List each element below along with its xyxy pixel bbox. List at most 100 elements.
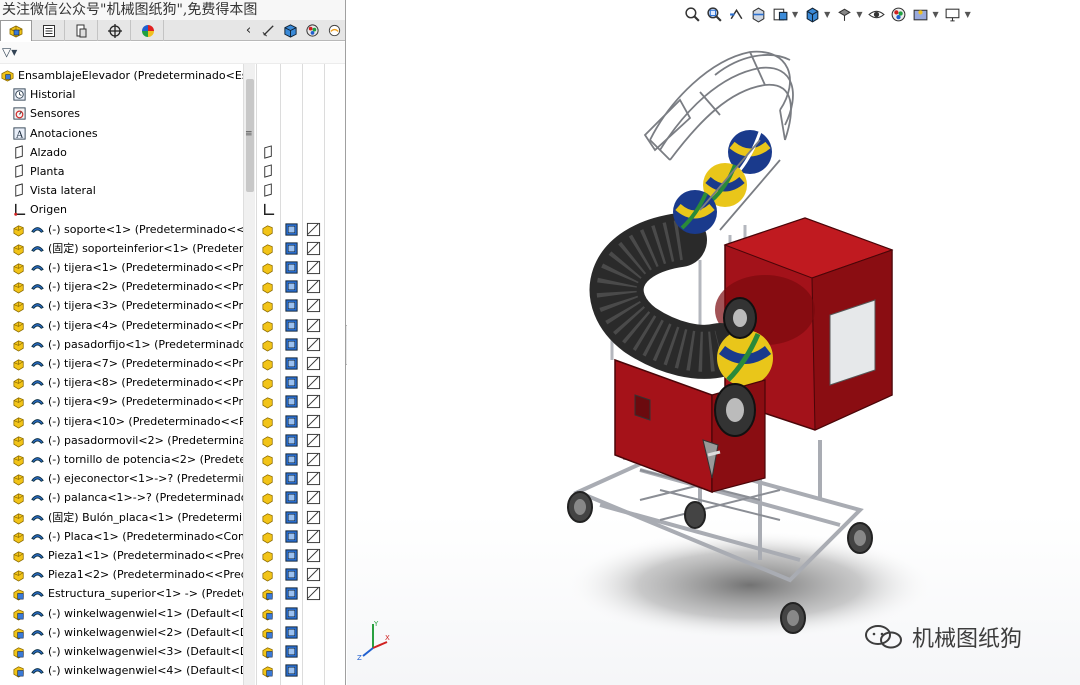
tree-item[interactable]: (-) tijera<1> (Predeterminado<<Pred [0,258,243,277]
appearance-status-icon[interactable] [306,567,321,582]
display-state-icon[interactable] [284,279,299,294]
tree-item[interactable]: Origen [0,200,243,219]
part-status-icon[interactable] [261,394,276,409]
tree-item[interactable]: (固定) Bulón_placa<1> (Predeterminado< [0,508,243,527]
section-view-icon[interactable] [748,4,768,24]
display-state-icon[interactable] [284,471,299,486]
part-status-icon[interactable] [261,471,276,486]
dropdown-arrow-icon[interactable]: ▼ [965,10,971,19]
tab-feature-manager[interactable] [0,20,32,41]
tree-item[interactable]: (-) ejeconector<1>->? (Predetermina [0,469,243,488]
dropdown-arrow-icon[interactable]: ▼ [792,10,798,19]
appearance-status-icon[interactable] [306,279,321,294]
apply-scene-icon[interactable] [910,4,930,24]
display-state-icon[interactable] [284,567,299,582]
display-state-icon[interactable] [284,337,299,352]
tree-item[interactable]: (-) tijera<10> (Predeterminado<<Pre [0,412,243,431]
part-status-icon[interactable] [261,241,276,256]
tree-item[interactable]: (-) tijera<8> (Predeterminado<<Pred [0,373,243,392]
appearance-status-icon[interactable] [306,548,321,563]
appearance-status-icon[interactable] [306,414,321,429]
tree-item[interactable]: Pieza1<2> (Predeterminado<<Predeterm [0,565,243,584]
tree-item[interactable]: Pieza1<1> (Predeterminado<<Predeterm [0,546,243,565]
display-state-icon[interactable] [284,318,299,333]
tree-item[interactable]: A Anotaciones [0,124,243,143]
subassembly-status-icon[interactable] [261,606,276,621]
display-state-icon[interactable] [284,606,299,621]
view-settings-icon[interactable] [943,4,963,24]
zoom-area-icon[interactable] [704,4,724,24]
tree-item[interactable]: (-) winkelwagenwiel<2> (Default<Disp [0,623,243,642]
display-state-icon[interactable] [284,375,299,390]
appearance-status-icon[interactable] [306,356,321,371]
display-state-icon[interactable] [284,644,299,659]
dropdown-arrow-icon[interactable]: ▼ [824,10,830,19]
plane-status-icon[interactable] [261,183,276,198]
appearance-status-icon[interactable] [306,490,321,505]
part-status-icon[interactable] [261,375,276,390]
tree-item[interactable]: (-) tijera<4> (Predeterminado<<Pred [0,316,243,335]
tree-item[interactable]: (-) tijera<7> (Predeterminado<<Pred [0,354,243,373]
appearance-status-icon[interactable] [306,298,321,313]
part-status-icon[interactable] [261,529,276,544]
display-state-icon[interactable] [284,394,299,409]
part-status-icon[interactable] [261,356,276,371]
display-state-icon[interactable] [284,356,299,371]
tree-item[interactable]: (-) pasadormovil<2> (Predeterminad [0,431,243,450]
appearance-status-icon[interactable] [306,318,321,333]
tree-item[interactable]: Planta [0,162,243,181]
tree-item[interactable]: Historial [0,85,243,104]
display-style-icon[interactable] [834,4,854,24]
part-status-icon[interactable] [261,490,276,505]
tree-item[interactable]: (-) pasadorfijo<1> (Predeterminado< [0,335,243,354]
display-state-icon[interactable] [284,510,299,525]
part-status-icon[interactable] [261,433,276,448]
display-state-icon[interactable] [284,529,299,544]
appearance-status-icon[interactable] [306,433,321,448]
tree-item[interactable]: Sensores [0,104,243,123]
view-orientation-icon[interactable] [802,4,822,24]
appearance-status-icon[interactable] [306,260,321,275]
tab-display-manager[interactable] [132,20,164,41]
tree-item[interactable]: (-) palanca<1>->? (Predeterminado< [0,488,243,507]
appearance-status-icon[interactable] [306,222,321,237]
tree-item[interactable]: (固定) soporteinferior<1> (Predeterm [0,239,243,258]
display-state-icon[interactable] [284,260,299,275]
appearance-status-icon[interactable] [306,510,321,525]
splitter-grip-icon[interactable]: ≡ [245,129,253,139]
appearance-status-icon[interactable] [306,241,321,256]
tree-item[interactable]: Estructura_superior<1> -> (Predetermin [0,584,243,603]
previous-view-icon[interactable] [726,4,746,24]
plane-status-icon[interactable] [261,145,276,160]
part-status-icon[interactable] [261,414,276,429]
tab-configuration-manager[interactable] [66,20,98,41]
collapse-arrow-icon[interactable]: ‹ [240,22,257,39]
appearance-status-icon[interactable] [306,375,321,390]
assembly-model-view[interactable] [347,0,1080,685]
appearance-status-icon[interactable] [306,394,321,409]
subassembly-status-icon[interactable] [261,625,276,640]
plane-status-icon[interactable] [261,164,276,179]
edit-appearance-icon[interactable] [888,4,908,24]
tree-item[interactable]: (-) soporte<1> (Predeterminado<<P [0,220,243,239]
tree-item[interactable]: (-) tornillo de potencia<2> (Predeter [0,450,243,469]
appearance-status-icon[interactable] [306,337,321,352]
zoom-to-fit-icon[interactable] [682,4,702,24]
part-status-icon[interactable] [261,279,276,294]
display-state-icon[interactable] [284,586,299,601]
part-status-icon[interactable] [261,222,276,237]
tab-dim-xpert[interactable] [99,20,131,41]
display-state-icon[interactable] [284,452,299,467]
part-status-icon[interactable] [261,452,276,467]
subassembly-status-icon[interactable] [261,663,276,678]
tree-item[interactable]: (-) tijera<9> (Predeterminado<<Pred [0,392,243,411]
subassembly-status-icon[interactable] [261,586,276,601]
dynamic-annotation-icon[interactable] [770,4,790,24]
display-state-icon[interactable] [284,625,299,640]
filter-icon[interactable]: ▽▾ [2,45,17,59]
tree-scrollbar[interactable]: ≡ [243,64,255,685]
dropdown-arrow-icon[interactable]: ▼ [932,10,938,19]
tree-item[interactable]: (-) tijera<2> (Predeterminado<<Pred [0,277,243,296]
display-cube-icon[interactable] [282,22,299,39]
appearance-status-icon[interactable] [306,529,321,544]
